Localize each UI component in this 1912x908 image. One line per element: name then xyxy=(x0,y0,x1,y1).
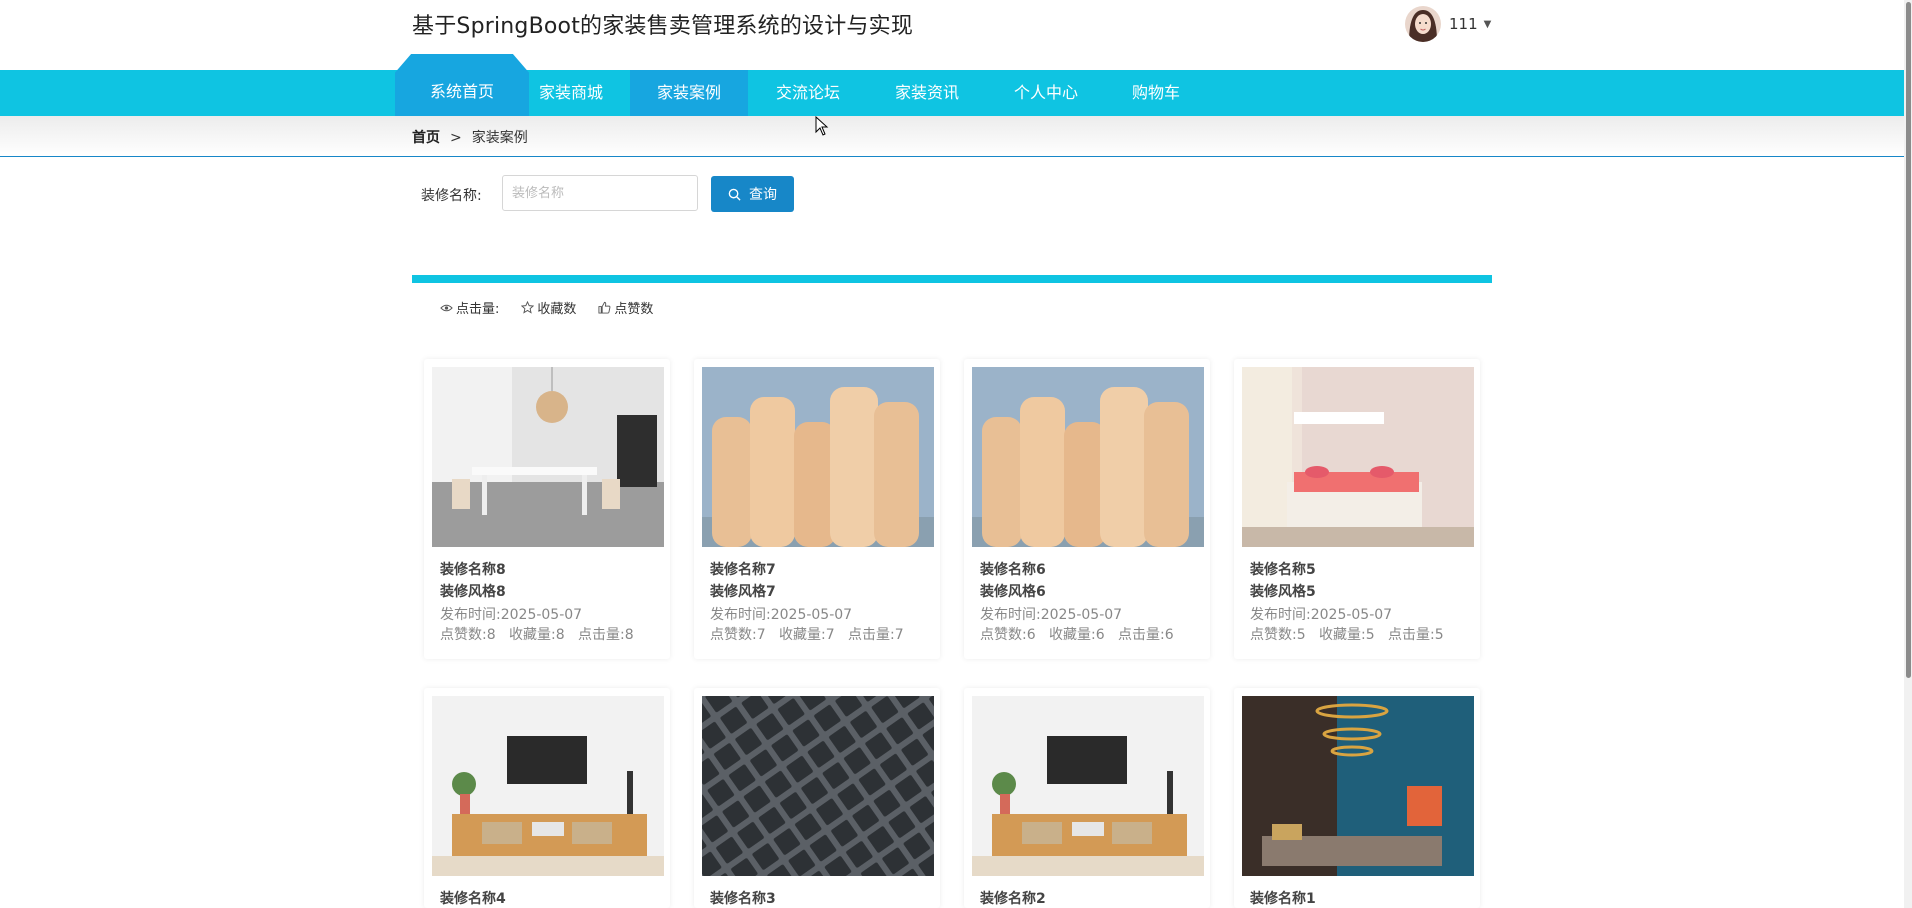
star-icon xyxy=(521,301,535,314)
case-card[interactable]: 装修名称7 装修风格7 发布时间:2025-05-07 点赞数:7 收藏量:7 … xyxy=(694,359,940,659)
case-date: 发布时间:2025-05-07 xyxy=(710,607,853,623)
username[interactable]: 111 xyxy=(1449,15,1478,33)
case-date: 发布时间:2025-05-07 xyxy=(1250,607,1393,623)
sort-by-clicks[interactable]: 点击量: xyxy=(440,298,499,317)
case-name: 装修名称8 xyxy=(440,562,506,578)
breadcrumb: 首页 > 家装案例 xyxy=(412,127,528,147)
case-stats: 点赞数:8 收藏量:8 点击量:8 xyxy=(440,627,634,643)
breadcrumb-home[interactable]: 首页 xyxy=(412,130,440,146)
case-image-rattan-rolls[interactable] xyxy=(972,367,1204,547)
sort-by-likes[interactable]: 点赞数 xyxy=(598,298,653,317)
case-image-living-room-chandelier[interactable] xyxy=(1242,696,1474,876)
nav-item-cases[interactable]: 家装案例 xyxy=(630,70,748,116)
case-image-dark-tiles[interactable] xyxy=(702,696,934,876)
case-name: 装修名称1 xyxy=(1250,891,1316,907)
case-image-dining-room[interactable] xyxy=(432,367,664,547)
sort-clicks-label: 点击量: xyxy=(456,302,500,317)
user-menu[interactable]: 111 ▼ xyxy=(1405,4,1491,44)
search-button[interactable]: 查询 xyxy=(711,176,794,212)
case-stats: 点赞数:6 收藏量:6 点击量:6 xyxy=(980,627,1174,643)
search-label: 装修名称: xyxy=(421,188,482,204)
case-name: 装修名称5 xyxy=(1250,562,1316,578)
case-card[interactable]: 装修名称5 装修风格5 发布时间:2025-05-07 点赞数:5 收藏量:5 … xyxy=(1234,359,1480,659)
sort-likes-label: 点赞数 xyxy=(614,302,654,317)
nav-item-shop[interactable]: 家装商城 xyxy=(537,70,605,116)
breadcrumb-current: 家装案例 xyxy=(471,130,528,146)
case-image-rattan-rolls[interactable] xyxy=(702,367,934,547)
case-card[interactable]: 装修名称4 xyxy=(424,688,670,908)
nav-item-news[interactable]: 家装资讯 xyxy=(893,70,961,116)
breadcrumb-band xyxy=(0,116,1904,157)
thumbs-up-icon xyxy=(598,301,611,314)
sort-favorites-label: 收藏数 xyxy=(537,302,577,317)
case-style: 装修风格7 xyxy=(710,584,776,600)
case-name: 装修名称4 xyxy=(440,891,506,907)
case-style: 装修风格8 xyxy=(440,584,506,600)
case-name: 装修名称2 xyxy=(980,891,1046,907)
site-title: 基于SpringBoot的家装售卖管理系统的设计与实现 xyxy=(412,14,914,39)
case-name: 装修名称3 xyxy=(710,891,776,907)
caret-down-icon[interactable]: ▼ xyxy=(1484,19,1492,30)
case-card[interactable]: 装修名称3 xyxy=(694,688,940,908)
case-name: 装修名称7 xyxy=(710,562,776,578)
case-date: 发布时间:2025-05-07 xyxy=(980,607,1123,623)
header: 基于SpringBoot的家装售卖管理系统的设计与实现 111 ▼ xyxy=(0,0,1904,70)
sort-row: 点击量: 收藏数 点赞数 xyxy=(440,298,653,317)
case-stats: 点赞数:7 收藏量:7 点击量:7 xyxy=(710,627,904,643)
case-style: 装修风格5 xyxy=(1250,584,1316,600)
case-card[interactable]: 装修名称6 装修风格6 发布时间:2025-05-07 点赞数:6 收藏量:6 … xyxy=(964,359,1210,659)
search-button-label: 查询 xyxy=(749,187,777,203)
sort-by-favorites[interactable]: 收藏数 xyxy=(521,298,576,317)
mouse-cursor-icon xyxy=(815,115,829,140)
breadcrumb-separator: > xyxy=(450,130,462,146)
case-style: 装修风格6 xyxy=(980,584,1046,600)
section-divider xyxy=(412,275,1492,283)
main-nav: 家装商城 家装案例 交流论坛 家装资讯 个人中心 购物车 xyxy=(0,70,1904,116)
user-avatar[interactable] xyxy=(1405,6,1441,42)
case-image-tv-cabinet[interactable] xyxy=(972,696,1204,876)
case-card[interactable]: 装修名称1 xyxy=(1234,688,1480,908)
search-input[interactable] xyxy=(502,175,698,211)
case-card[interactable]: 装修名称8 装修风格8 发布时间:2025-05-07 点赞数:8 收藏量:8 … xyxy=(424,359,670,659)
case-name: 装修名称6 xyxy=(980,562,1046,578)
nav-item-profile[interactable]: 个人中心 xyxy=(1012,70,1080,116)
case-card[interactable]: 装修名称2 xyxy=(964,688,1210,908)
eye-icon xyxy=(440,304,453,311)
nav-item-forum[interactable]: 交流论坛 xyxy=(774,70,842,116)
case-image-bedroom[interactable] xyxy=(1242,367,1474,547)
search-icon xyxy=(728,188,741,201)
case-date: 发布时间:2025-05-07 xyxy=(440,607,583,623)
case-stats: 点赞数:5 收藏量:5 点击量:5 xyxy=(1250,627,1444,643)
case-image-tv-cabinet[interactable] xyxy=(432,696,664,876)
scrollbar-thumb[interactable] xyxy=(1906,2,1911,678)
nav-item-cart[interactable]: 购物车 xyxy=(1130,70,1182,116)
nav-item-home[interactable]: 系统首页 xyxy=(395,78,529,102)
